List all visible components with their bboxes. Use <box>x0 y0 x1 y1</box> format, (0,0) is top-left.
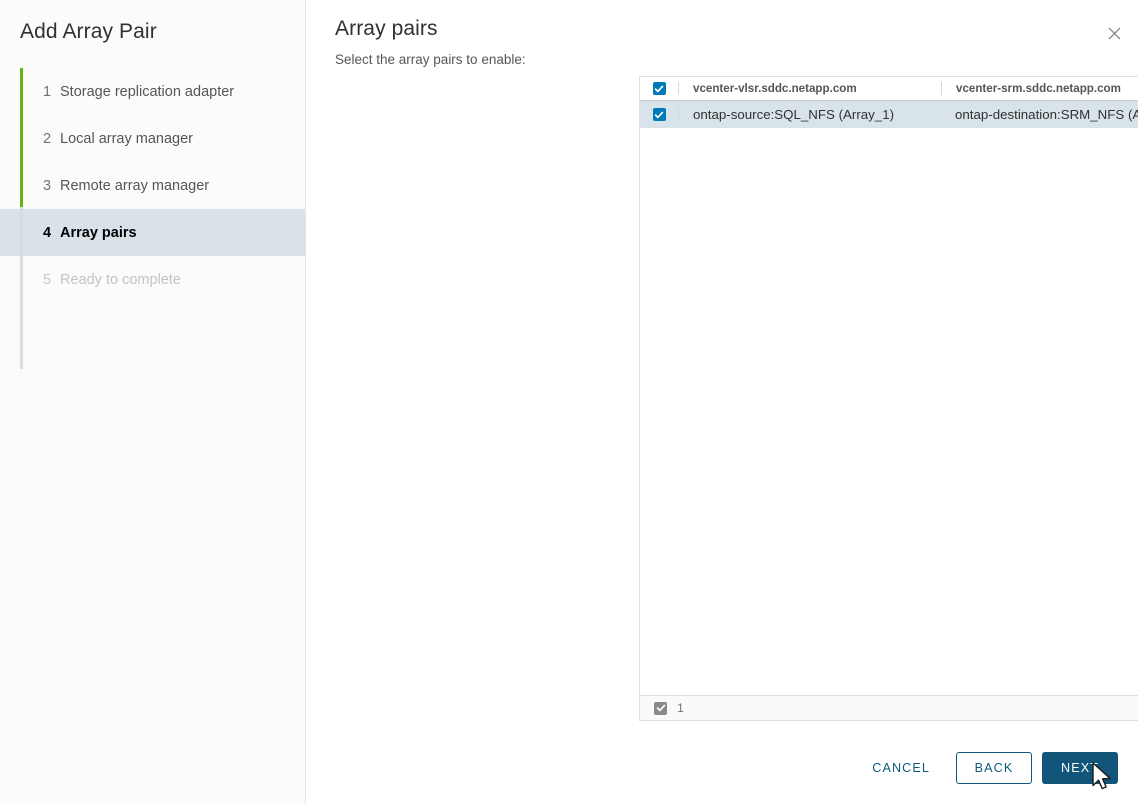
progress-rail-completed <box>20 68 23 207</box>
page-title: Array pairs <box>335 17 438 40</box>
sidebar-step-storage-replication-adapter[interactable]: 1 Storage replication adapter <box>0 68 305 115</box>
next-button[interactable]: NEXT <box>1042 752 1118 784</box>
step-number: 5 <box>43 271 52 288</box>
column-header-remote[interactable]: vcenter-srm.sddc.netapp.com <box>942 82 1138 95</box>
selected-count-label: 1 <box>677 701 684 715</box>
step-label: Remote array manager <box>60 177 210 194</box>
sidebar-step-ready-to-complete: 5 Ready to complete <box>0 256 305 303</box>
step-number: 4 <box>43 224 52 241</box>
array-pairs-table: vcenter-vlsr.sddc.netapp.com vcenter-srm… <box>639 76 1138 721</box>
progress-rail-remaining <box>20 207 23 369</box>
wizard-content: Array pairs Select the array pairs to en… <box>306 0 1138 804</box>
sidebar-step-local-array-manager[interactable]: 2 Local array manager <box>0 115 305 162</box>
panel-subtitle: Select the array pairs to enable: <box>335 52 526 67</box>
add-array-pair-wizard: Add Array Pair 1 Storage replication ada… <box>0 0 1138 804</box>
select-all-checkbox[interactable] <box>652 82 666 95</box>
table-body: ontap-source:SQL_NFS (Array_1) ontap-des… <box>640 101 1138 695</box>
select-all-checkbox-cell <box>640 77 678 100</box>
table-footer: 1 1 items <box>640 695 1138 720</box>
sidebar-step-remote-array-manager[interactable]: 3 Remote array manager <box>0 162 305 209</box>
step-label: Local array manager <box>60 130 193 147</box>
back-button[interactable]: BACK <box>956 752 1032 784</box>
step-label: Storage replication adapter <box>60 83 235 100</box>
step-label: Ready to complete <box>60 271 181 288</box>
table-row[interactable]: ontap-source:SQL_NFS (Array_1) ontap-des… <box>640 101 1138 128</box>
wizard-action-buttons: CANCEL BACK NEXT <box>856 752 1118 784</box>
step-number: 3 <box>43 177 52 194</box>
wizard-steps: 1 Storage replication adapter 2 Local ar… <box>0 68 305 369</box>
row-checkbox[interactable] <box>652 108 666 121</box>
cell-local-array: ontap-source:SQL_NFS (Array_1) <box>693 107 895 122</box>
wizard-sidebar: Add Array Pair 1 Storage replication ada… <box>0 0 306 804</box>
table-header-row: vcenter-vlsr.sddc.netapp.com vcenter-srm… <box>640 77 1138 101</box>
footer-selection-summary: 1 <box>640 701 684 715</box>
step-number: 2 <box>43 130 52 147</box>
footer-selection-checkbox <box>654 701 667 715</box>
step-label: Array pairs <box>60 224 137 241</box>
cell-remote-array: ontap-destination:SRM_NFS (Array_2) <box>955 107 1138 122</box>
column-header-local[interactable]: vcenter-vlsr.sddc.netapp.com <box>679 82 941 95</box>
step-number: 1 <box>43 83 52 100</box>
wizard-title: Add Array Pair <box>20 20 157 43</box>
close-icon[interactable] <box>1101 20 1127 46</box>
row-checkbox-cell <box>640 101 678 128</box>
cancel-button[interactable]: CANCEL <box>856 752 946 784</box>
sidebar-step-array-pairs[interactable]: 4 Array pairs <box>0 209 305 256</box>
